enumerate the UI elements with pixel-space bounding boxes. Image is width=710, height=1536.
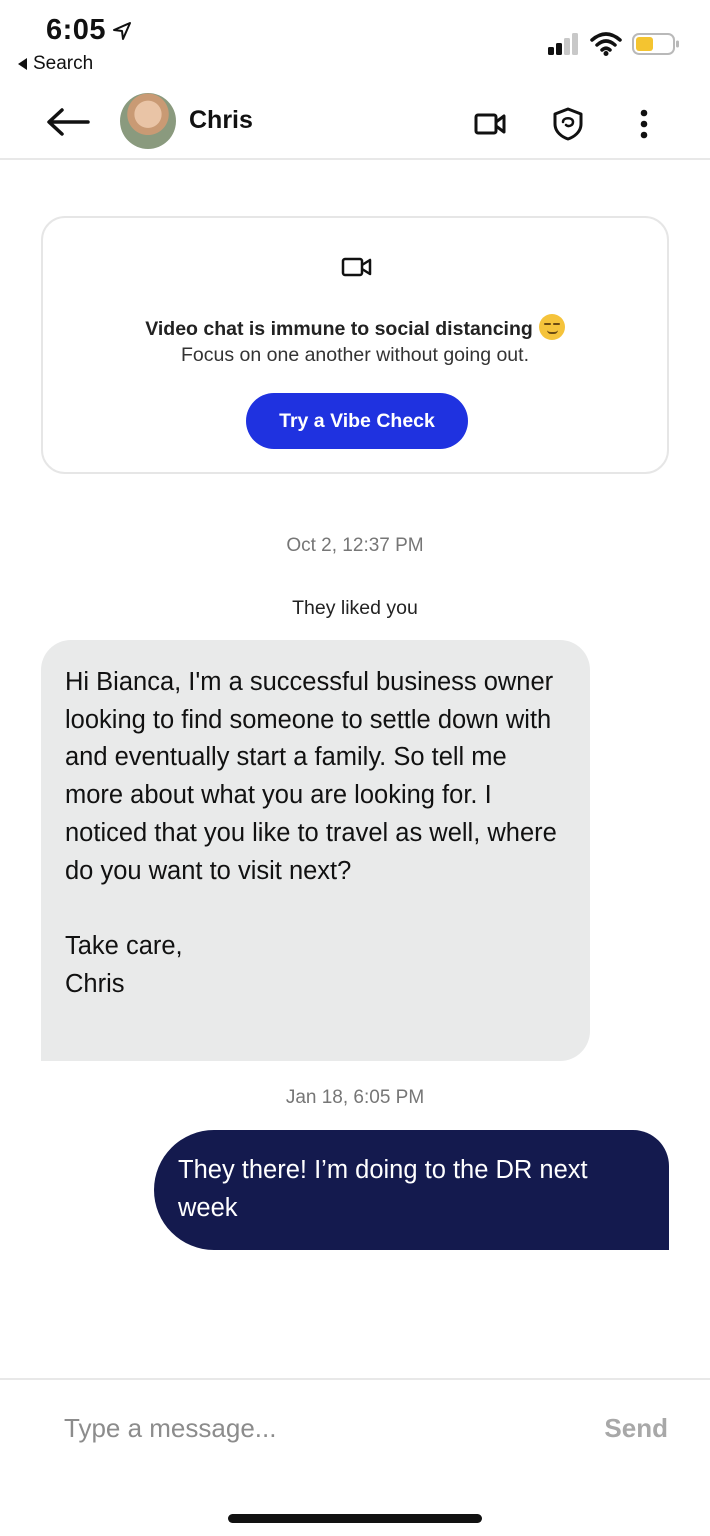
status-icons (548, 32, 680, 56)
message-timestamp: Oct 2, 12:37 PM (286, 535, 424, 556)
liked-notice: They liked you (292, 597, 418, 619)
avatar[interactable] (120, 93, 176, 149)
signal-icon (548, 33, 578, 55)
try-vibe-check-button[interactable]: Try a Vibe Check (246, 393, 468, 449)
message-timestamp: Jan 18, 6:05 PM (285, 1087, 425, 1108)
promo-title: Video chat is immune to social distancin… (43, 314, 667, 341)
incoming-message-bubble[interactable]: Hi Bianca, I'm a successful business own… (41, 640, 590, 1061)
location-arrow-icon (113, 21, 132, 40)
clock: 6:05 (46, 14, 107, 46)
shield-icon (553, 107, 583, 141)
smirking-face-icon (538, 314, 565, 340)
chat-header: Chris (0, 84, 710, 160)
promo-title-text: Video chat is immune to social distancin… (145, 318, 533, 340)
status-time: 6:05 (46, 14, 132, 47)
home-indicator[interactable] (228, 1514, 482, 1523)
more-options-button[interactable] (624, 104, 664, 144)
send-button[interactable]: Send (604, 1408, 668, 1448)
contact-name[interactable]: Chris (189, 106, 253, 135)
safety-button[interactable] (548, 104, 588, 144)
back-triangle-icon (18, 58, 27, 70)
back-to-search-label: Search (33, 53, 94, 74)
message-composer: Send (0, 1378, 710, 1478)
video-camera-icon (474, 113, 506, 135)
message-input[interactable] (64, 1408, 544, 1448)
video-chat-promo-card: Video chat is immune to social distancin… (41, 216, 669, 474)
chat-screen: 6:05 Search Chris Video chat is immune t… (0, 0, 710, 1536)
battery-icon (632, 33, 679, 55)
promo-subtitle: Focus on one another without going out. (181, 344, 529, 366)
video-call-button[interactable] (470, 104, 510, 144)
back-arrow-icon[interactable] (44, 104, 92, 140)
video-camera-icon (341, 257, 372, 277)
outgoing-message-bubble[interactable]: They there! I’m doing to the DR next wee… (154, 1130, 669, 1250)
more-vertical-icon (640, 109, 648, 139)
wifi-icon (590, 32, 622, 56)
back-to-search[interactable]: Search (18, 53, 93, 75)
